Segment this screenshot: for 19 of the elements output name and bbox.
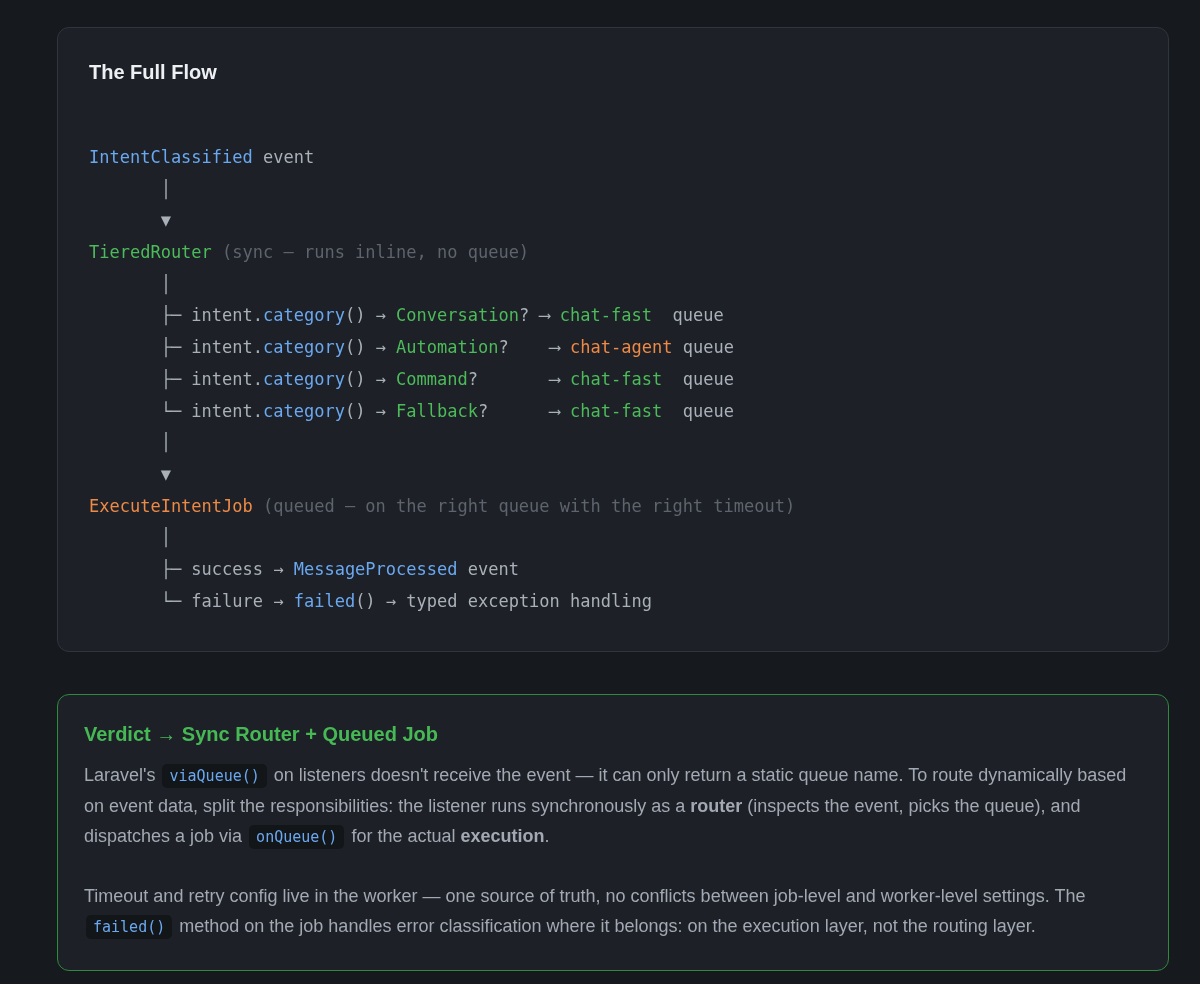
code-line: ├─ intent.category() → Automation? ⟶ chat-agent queue	[159, 336, 734, 360]
code-line: ├─ intent.category() → Command? ⟶ chat-fast queue	[159, 367, 734, 392]
code-line: └─ failure → failed() → typed exception handling	[159, 589, 652, 613]
card-title: The Full Flow	[89, 61, 218, 84]
code-line: ExecuteIntentJob (queued — on the right queue with the right timeout)	[89, 494, 796, 518]
paragraph: Laravel's viaQueue() on listeners doesn't receive the event — it can only return a static queue name. To route dynamically based on event data, split the responsibilities: the listener runs synchronously as a router (inspects the event, picks the queue), and dispatches a job via onQueue() for the actual execution.	[84, 760, 1142, 852]
code-line: │	[159, 177, 171, 202]
code-line: ├─ intent.category() → Conversation? ⟶ chat-fast queue	[159, 304, 724, 328]
code-line: ├─ success → MessageProcessed event	[159, 557, 519, 582]
code-line: │	[159, 272, 171, 297]
verdict-title: Verdict → Sync Router + Queued Job	[84, 723, 439, 746]
code-line: TieredRouter (sync — runs inline, no queue)	[89, 241, 530, 265]
code-line: ▼	[159, 209, 171, 233]
code-line: │	[159, 526, 171, 550]
code-line: IntentClassified event	[89, 146, 315, 169]
code-line: └─ intent.category() → Fallback? ⟶ chat-fast queue	[159, 399, 734, 423]
code-line: │	[159, 431, 171, 455]
code-line: ▼	[159, 462, 171, 486]
paragraph: Timeout and retry config live in the worker — one source of truth, no conflicts between job-level and worker-level settings. The failed() method on the job handles error classification where it belongs: on the execution layer, not the routing layer.	[84, 881, 1142, 942]
